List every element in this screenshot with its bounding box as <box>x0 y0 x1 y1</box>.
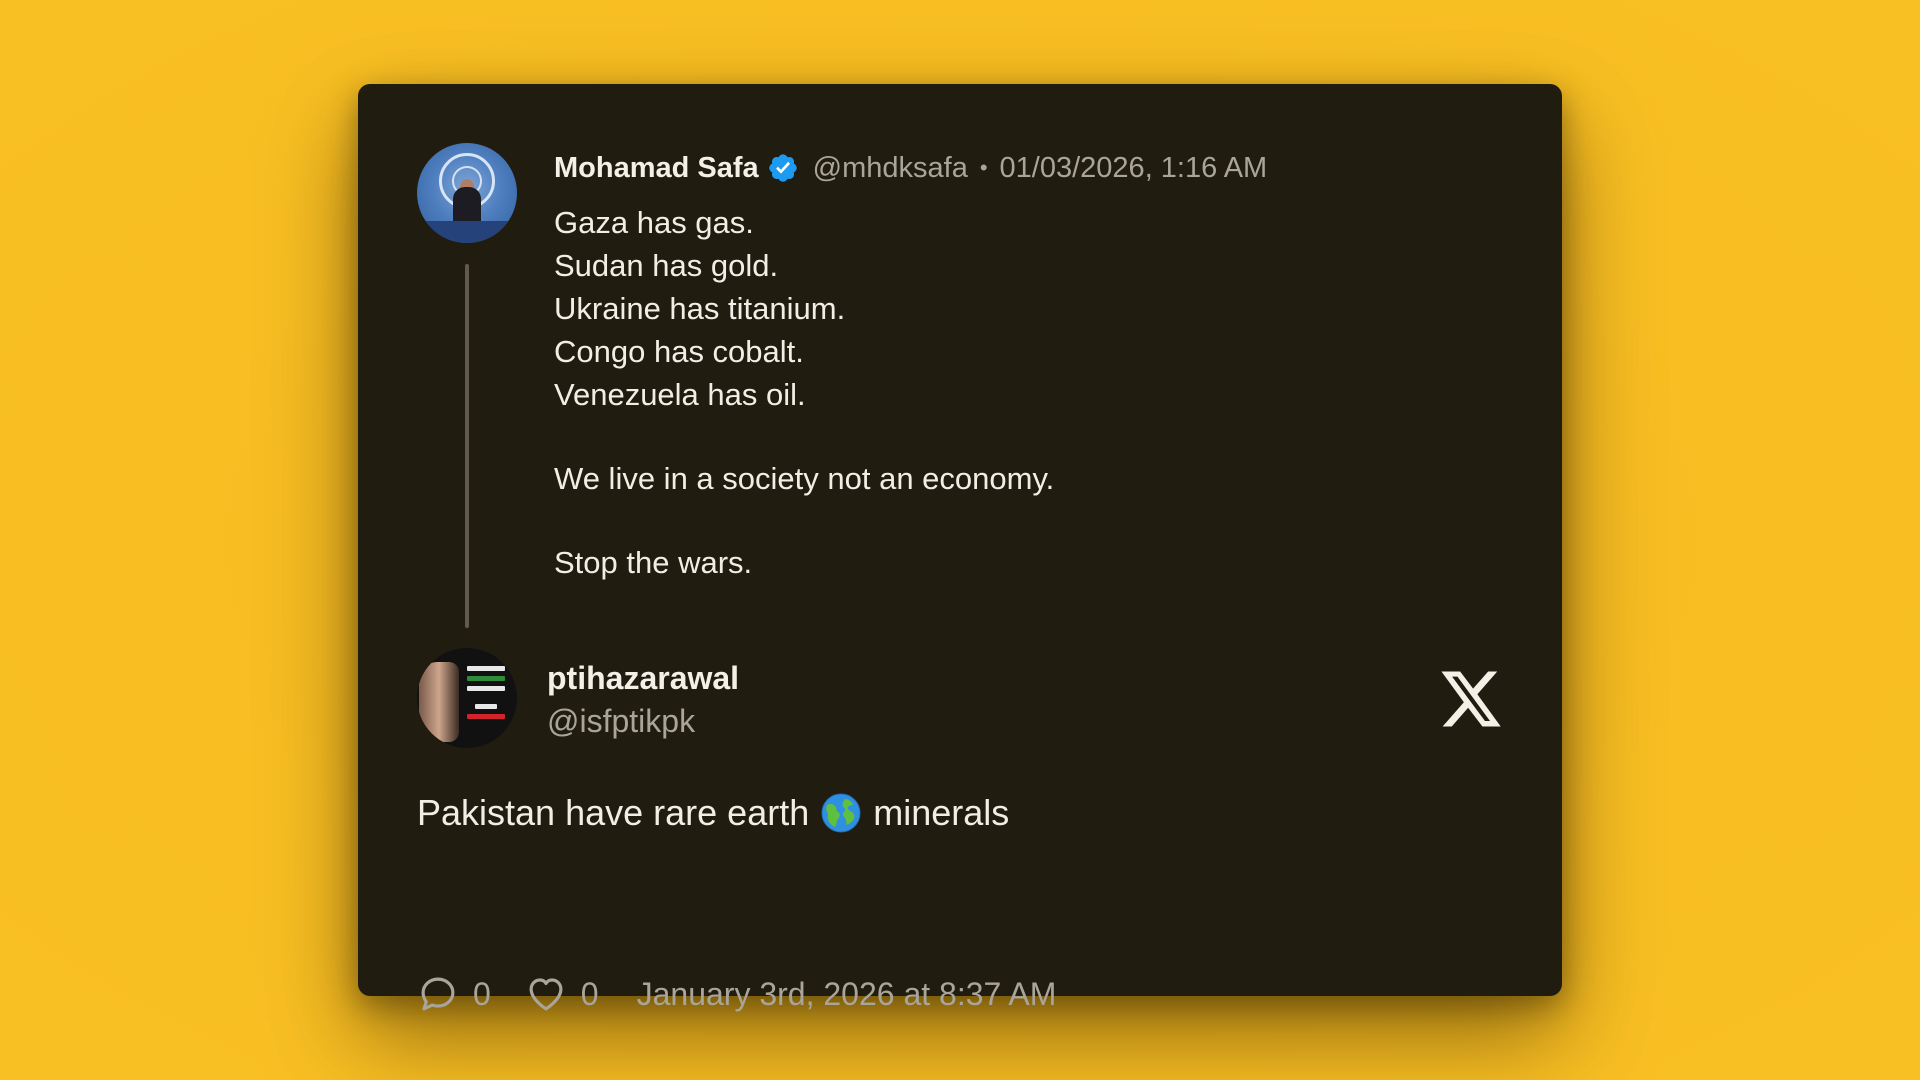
header-separator: • <box>979 155 988 180</box>
quoted-tweet-date[interactable]: 01/03/2026, 1:16 AM <box>1000 152 1268 185</box>
globe-emoji-icon <box>821 793 861 833</box>
quoted-text-line: Ukraine has titanium. <box>554 291 846 326</box>
reply-author-handle[interactable]: @isfptikpk <box>547 703 695 740</box>
reply-author-name[interactable]: ptihazarawal <box>547 660 739 697</box>
reply-author-avatar[interactable] <box>417 648 517 748</box>
reply-text-start: Pakistan have rare earth <box>417 792 810 833</box>
comment-bubble-icon[interactable] <box>417 973 459 1015</box>
quoted-text-line: We live in a society not an economy. <box>554 461 1055 496</box>
reply-count: 0 <box>473 975 491 1012</box>
quoted-tweet-header: Mohamad Safa @mhdksafa • 01/03/2026, 1:1… <box>554 148 1267 188</box>
quoted-text-line: Sudan has gold. <box>554 248 779 283</box>
quoted-text-line: Congo has cobalt. <box>554 334 804 369</box>
tweet-card: Mohamad Safa @mhdksafa • 01/03/2026, 1:1… <box>358 84 1562 1012</box>
quoted-author-avatar[interactable] <box>417 143 517 243</box>
heart-icon[interactable] <box>525 973 567 1015</box>
like-count: 0 <box>580 975 599 1012</box>
reply-footer: 0 0 January 3rd, 2026 at 8:37 AM <box>417 972 1056 1016</box>
quoted-tweet-text: Gaza has gas. Sudan has gold. Ukraine ha… <box>554 201 1454 584</box>
quoted-text-line: Gaza has gas. <box>554 205 754 240</box>
thread-connector-line <box>465 264 469 628</box>
reply-text-end: minerals <box>873 792 1010 833</box>
quoted-author-name[interactable]: Mohamad Safa <box>554 152 759 185</box>
x-logo-icon[interactable] <box>1438 668 1504 730</box>
reply-timestamp[interactable]: January 3rd, 2026 at 8:37 AM <box>637 976 1057 1013</box>
verified-badge-icon <box>769 154 797 182</box>
quoted-author-handle[interactable]: @mhdksafa <box>813 152 968 185</box>
quoted-text-line: Venezuela has oil. <box>554 377 806 412</box>
reply-text: Pakistan have rare earth minerals <box>417 792 1009 834</box>
quoted-text-line: Stop the wars. <box>554 545 753 580</box>
